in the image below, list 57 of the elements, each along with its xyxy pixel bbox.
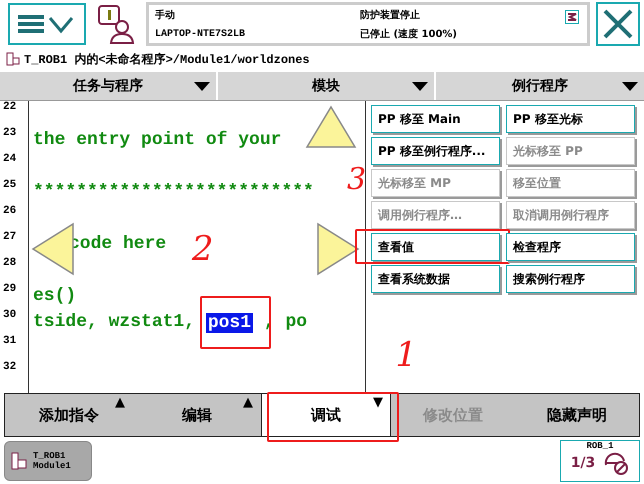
- line-number: 29: [2, 283, 18, 297]
- scroll-up-arrow[interactable]: [305, 105, 357, 149]
- line-number: 27: [2, 231, 18, 245]
- operator-info-icon[interactable]: [96, 3, 136, 45]
- code-line: es(): [33, 286, 76, 306]
- annotation-mark: 3: [347, 165, 366, 195]
- safety-status: 防护装置停止: [360, 8, 421, 22]
- selector-dropdown[interactable]: 任务与程序: [0, 72, 216, 100]
- selector-dropdown[interactable]: 模块: [218, 72, 434, 100]
- mode-label: 手动: [155, 8, 176, 22]
- debug-menu-item[interactable]: PP 移至 Main: [371, 105, 500, 133]
- line-number: 23: [2, 127, 18, 141]
- run-status: 已停止 (速度 100%): [360, 27, 458, 40]
- line-number: 28: [2, 257, 18, 271]
- close-icon: [601, 7, 635, 41]
- code-line: the entry point of your: [33, 130, 282, 150]
- speed-ratio: 1/3: [570, 454, 596, 470]
- line-number: 32: [2, 361, 18, 375]
- debug-menu-item[interactable]: PP 移至例行程序...: [371, 137, 500, 165]
- selected-code-text[interactable]: pos1: [206, 312, 254, 332]
- close-button[interactable]: [596, 2, 640, 46]
- debug-menu-item[interactable]: 查看值: [371, 233, 500, 261]
- task-button[interactable]: T_ROB1 Module1: [4, 440, 92, 480]
- selector-dropdown[interactable]: 例行程序: [436, 72, 644, 100]
- line-number: 24: [2, 153, 18, 167]
- line-number: 26: [2, 205, 18, 219]
- debug-menu-item[interactable]: PP 移至光标: [506, 105, 635, 133]
- debug-menu-item[interactable]: 查看系统数据: [371, 265, 500, 293]
- program-path: T_ROB1 内的<未命名程序>/Module1/worldzones: [24, 52, 310, 68]
- caret-icon: [412, 82, 428, 91]
- code-line: **************************: [33, 182, 314, 202]
- caret-icon: [194, 82, 210, 91]
- line-number: 30: [2, 309, 18, 323]
- scroll-left-arrow[interactable]: [31, 222, 75, 276]
- debug-menu-item[interactable]: 搜索例行程序: [506, 265, 635, 293]
- scroll-right-arrow[interactable]: [316, 222, 360, 276]
- program-icon: [6, 52, 20, 66]
- program-icon: [9, 450, 29, 470]
- status-icon: [565, 10, 579, 24]
- host-name: LAPTOP-NTE7S2LB: [155, 28, 246, 40]
- caret-icon: ▲: [243, 396, 253, 409]
- debug-menu-item[interactable]: 检查程序: [506, 233, 635, 261]
- caret-icon: [622, 82, 638, 91]
- line-number: 22: [2, 101, 18, 115]
- robot-status-panel[interactable]: ROB_1 1/3: [560, 440, 640, 482]
- annotation-mark: 1: [395, 338, 417, 372]
- menu-button[interactable]: [8, 3, 86, 45]
- toolbar-tab[interactable]: 隐藏声明: [515, 394, 639, 436]
- robot-name: ROB_1: [586, 440, 614, 450]
- status-panel[interactable]: 手动 LAPTOP-NTE7S2LB 防护装置停止 已停止 (速度 100%): [146, 2, 590, 46]
- disabled-motion-icon: [603, 450, 630, 474]
- annotation-mark: 2: [192, 232, 214, 266]
- line-number: 31: [2, 335, 18, 349]
- caret-icon: ▲: [115, 396, 125, 409]
- line-number: 25: [2, 179, 18, 193]
- code-text: tside, wzstat1,: [33, 312, 196, 332]
- caret-icon: ▼: [373, 396, 383, 409]
